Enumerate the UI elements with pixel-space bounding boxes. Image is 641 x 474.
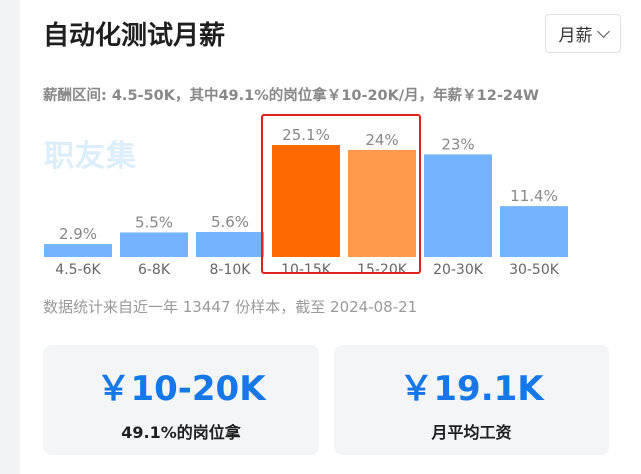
category-label: 4.5-6K [55,262,101,278]
salary-range-value: ￥10-20K [96,369,266,409]
bar-15-20K [348,149,416,257]
bar-value-label: 5.6% [211,213,249,231]
bar-value-label: 25.1% [282,126,330,144]
bar-value-label: 11.4% [510,187,558,205]
chevron-down-icon [596,24,610,38]
bar-value-label: 2.9% [59,225,97,243]
category-label: 10-15K [281,262,332,278]
category-label: 30-50K [509,262,560,278]
bar-value-label: 5.5% [135,213,173,231]
page-title: 自动化测试月薪 [43,21,226,51]
bar-value-label: 24% [365,131,398,149]
sample-note: 数据统计来自近一年 13447 份样本，截至 2024-08-21 [43,298,418,316]
salary-range-card: ￥10-20K 49.1%的岗位拿 [43,345,319,455]
salary-range-label: 49.1%的岗位拿 [121,423,241,442]
average-salary-label: 月平均工资 [431,423,512,442]
bar-10-15K [272,145,340,257]
category-label: 6-8K [138,262,171,278]
category-label: 15-20K [357,262,408,278]
salary-range-summary: 薪酬区间: 4.5-50K，其中49.1%的岗位拿￥10-20K/月，年薪￥12… [43,88,540,104]
salary-mode-select-value: 月薪 [558,26,593,46]
salary-mode-select[interactable]: 月薪 [545,14,621,53]
salary-distribution-chart: 2.9% 4.5-6K 5.5% 6-8K 5.6% 8-10K 25.1% 10-15K 24… [44,126,568,278]
bar-20-30K [424,154,492,257]
category-label: 20-30K [433,262,484,278]
bar-6-8K [120,232,188,257]
bar-4.5-6K [44,244,112,257]
average-salary-card: ￥19.1K 月平均工资 [334,345,609,455]
bar-value-label: 23% [441,135,474,153]
bar-30-50K [500,206,568,257]
average-salary-value: ￥19.1K [399,369,544,409]
bar-8-10K [196,232,264,257]
category-label: 8-10K [210,262,252,278]
